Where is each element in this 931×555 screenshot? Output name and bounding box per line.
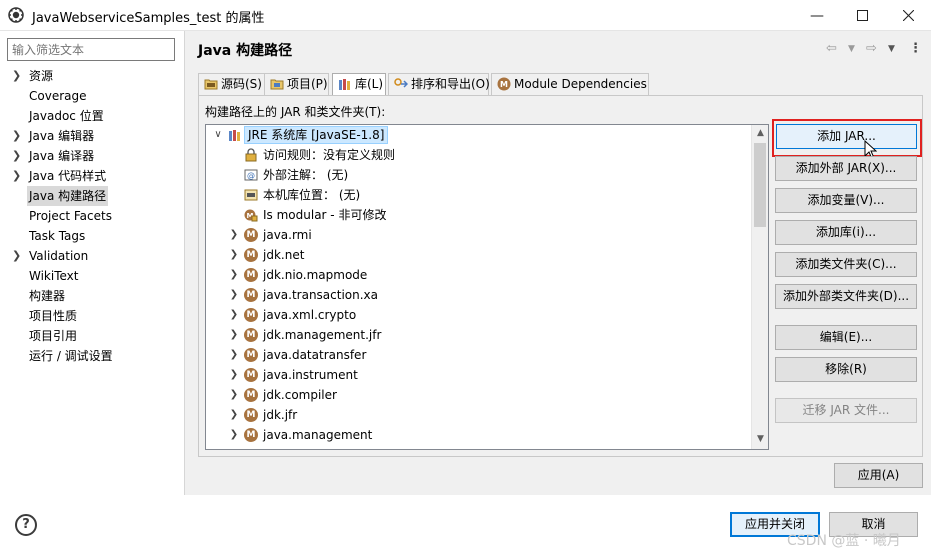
project-icon	[270, 79, 284, 90]
module-icon: M	[244, 268, 258, 282]
module-icon: M	[244, 388, 258, 402]
module-icon: M	[244, 368, 258, 382]
build-path-section-label: 构建路径上的 JAR 和类文件夹(T):	[205, 105, 386, 119]
scrollbar-thumb[interactable]	[754, 143, 766, 227]
expand-arrow-icon[interactable]: ❯	[228, 245, 240, 265]
expand-arrow-icon[interactable]: ❯	[228, 425, 240, 445]
nav-item-java-code-style[interactable]: ❯ Java 代码样式	[8, 166, 178, 186]
nav-item-wikitext[interactable]: WikiText	[8, 266, 178, 286]
remove-button[interactable]: 移除(R)	[775, 357, 917, 382]
add-external-jar-button[interactable]: 添加外部 JAR(X)...	[775, 156, 917, 181]
minimize-button[interactable]: —	[794, 0, 840, 31]
scroll-up-arrow-icon[interactable]: ▲	[752, 125, 769, 142]
eclipse-app-icon	[8, 7, 24, 23]
build-path-tree[interactable]: ∨ JRE 系统库 [JavaSE-1.8] 访问规则：没有定义规则 @ 外部注…	[205, 124, 769, 450]
module-icon: M	[244, 228, 258, 242]
access-rules-icon	[245, 148, 257, 162]
tab-source[interactable]: 源码(S)	[198, 73, 265, 95]
modular-icon: M	[244, 209, 258, 222]
expand-arrow-icon[interactable]: ❯	[228, 345, 240, 365]
module-icon: M	[244, 308, 258, 322]
module-icon: M	[244, 248, 258, 262]
edit-button[interactable]: 编辑(E)...	[775, 325, 917, 350]
expand-arrow-icon[interactable]: ❯	[228, 385, 240, 405]
close-button[interactable]	[885, 0, 931, 31]
expand-arrow-icon[interactable]: ❯	[228, 225, 240, 245]
nav-item-project-natures[interactable]: 项目性质	[8, 306, 178, 326]
svg-text:M: M	[500, 80, 508, 89]
expand-arrow-icon[interactable]: ❯	[228, 365, 240, 385]
module-icon: M	[497, 77, 511, 91]
annotation-icon: @	[244, 169, 258, 181]
filter-input[interactable]	[7, 38, 175, 61]
module-icon: M	[244, 328, 258, 342]
close-icon	[902, 10, 914, 21]
minimize-icon: —	[810, 7, 824, 24]
nav-item-project-references[interactable]: 项目引用	[8, 326, 178, 346]
add-class-folder-button[interactable]: 添加类文件夹(C)...	[775, 252, 917, 277]
module-icon: M	[244, 288, 258, 302]
title-bar: JavaWebserviceSamples_test 的属性 —	[0, 0, 931, 31]
window-title: JavaWebserviceSamples_test 的属性	[32, 11, 265, 26]
view-menu-icon[interactable]: ⋮	[909, 41, 922, 56]
maximize-button[interactable]	[839, 0, 885, 31]
nav-item-java-editor[interactable]: ❯ Java 编辑器	[8, 126, 178, 146]
nav-item-task-tags[interactable]: Task Tags	[8, 226, 178, 246]
tab-module-dependencies[interactable]: M Module Dependencies	[491, 73, 649, 95]
forward-arrow-icon[interactable]: ⇨	[866, 41, 877, 56]
tab-libraries[interactable]: 库(L)	[332, 73, 386, 96]
expand-arrow-icon[interactable]: ❯	[228, 305, 240, 325]
expand-arrow-icon[interactable]: ❯	[12, 66, 21, 86]
nav-item-run-debug-settings[interactable]: 运行 / 调试设置	[8, 346, 178, 366]
forward-menu-chevron-icon[interactable]: ▼	[888, 44, 895, 54]
module-icon: M	[244, 428, 258, 442]
nav-item-builders[interactable]: 构建器	[8, 286, 178, 306]
order-export-icon	[394, 78, 408, 88]
nav-item-project-facets[interactable]: Project Facets	[8, 206, 178, 226]
add-library-button[interactable]: 添加库(i)...	[775, 220, 917, 245]
back-arrow-icon[interactable]: ⇦	[826, 41, 837, 56]
tab-order-and-export[interactable]: 排序和导出(O)	[388, 73, 490, 95]
help-icon[interactable]: ?	[15, 514, 37, 536]
add-external-class-folder-button[interactable]: 添加外部类文件夹(D)...	[775, 284, 917, 309]
tab-projects[interactable]: 项目(P)	[264, 73, 329, 95]
nav-item-validation[interactable]: ❯ Validation	[8, 246, 178, 266]
nav-item-coverage[interactable]: Coverage	[8, 86, 178, 106]
expand-arrow-icon[interactable]: ❯	[12, 166, 21, 186]
watermark: CSDN @蓝 · 曦月	[787, 533, 901, 549]
library-icon	[339, 79, 350, 90]
expand-arrow-icon[interactable]: ❯	[12, 146, 21, 166]
add-variable-button[interactable]: 添加变量(V)...	[775, 188, 917, 213]
scroll-down-arrow-icon[interactable]: ▼	[752, 431, 769, 448]
expand-arrow-icon[interactable]: ❯	[228, 325, 240, 345]
nav-item-java-compiler[interactable]: ❯ Java 编译器	[8, 146, 178, 166]
highlight-annotation-box	[772, 119, 922, 157]
expand-arrow-icon[interactable]: ❯	[228, 265, 240, 285]
maximize-icon	[856, 10, 868, 21]
expand-arrow-icon[interactable]: ❯	[12, 246, 21, 266]
tree-vertical-scrollbar[interactable]: ▲ ▼	[751, 125, 768, 449]
expand-arrow-icon[interactable]: ❯	[228, 405, 240, 425]
native-library-icon	[244, 189, 258, 201]
library-icon	[229, 130, 240, 141]
nav-item-javadoc-location[interactable]: Javadoc 位置	[8, 106, 178, 126]
nav-item-resource[interactable]: ❯ 资源	[8, 66, 178, 86]
svg-text:@: @	[247, 171, 255, 180]
expand-arrow-icon[interactable]: ❯	[228, 285, 240, 305]
nav-item-java-build-path[interactable]: Java 构建路径	[8, 186, 178, 206]
collapse-arrow-icon[interactable]: ∨	[212, 125, 224, 145]
back-menu-chevron-icon[interactable]: ▼	[848, 44, 855, 54]
migrate-jar-button[interactable]: 迁移 JAR 文件...	[775, 398, 917, 423]
expand-arrow-icon[interactable]: ❯	[12, 126, 21, 146]
apply-button[interactable]: 应用(A)	[834, 463, 923, 488]
source-folder-icon	[204, 79, 218, 90]
module-icon: M	[244, 408, 258, 422]
module-icon: M	[244, 348, 258, 362]
page-title: Java 构建路径	[198, 43, 293, 59]
